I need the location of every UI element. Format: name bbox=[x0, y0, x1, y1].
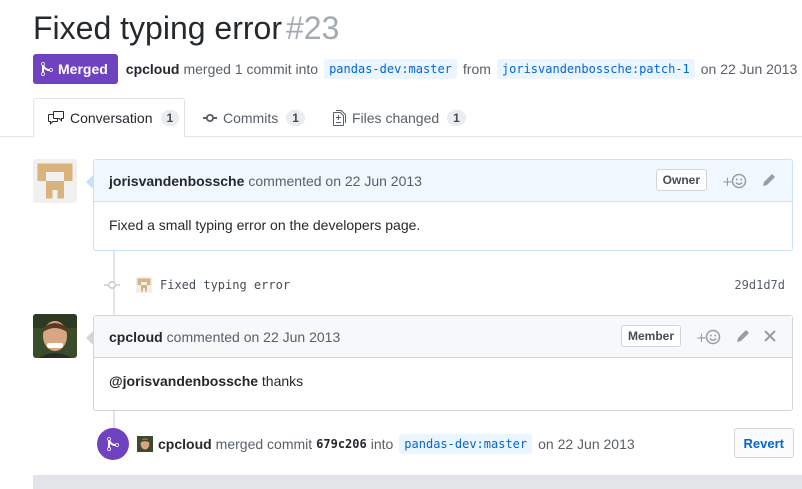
pr-date-text: on 22 Jun 2013 bbox=[700, 61, 798, 77]
commit-event: Fixed typing error 29d1d7d bbox=[104, 274, 794, 296]
comment-text: Fixed a small typing error on the develo… bbox=[109, 217, 421, 233]
comment-header: jorisvandenbossche commented on 22 Jun 2… bbox=[94, 160, 792, 202]
pr-tabs: Conversation 1 Commits 1 Files changed 1 bbox=[0, 98, 802, 138]
comment-discussion-icon bbox=[48, 111, 64, 125]
merged-state-label: Merged bbox=[58, 61, 108, 77]
avatar[interactable] bbox=[33, 159, 77, 203]
tab-files-changed-count: 1 bbox=[447, 109, 466, 126]
merge-user-link[interactable]: cpcloud bbox=[158, 436, 212, 452]
association-badge: Owner bbox=[655, 169, 707, 191]
tab-conversation[interactable]: Conversation 1 bbox=[33, 98, 185, 138]
pr-author-link[interactable]: cpcloud bbox=[126, 61, 180, 77]
revert-button[interactable]: Revert bbox=[733, 428, 794, 458]
tab-commits-count: 1 bbox=[286, 109, 305, 126]
commit-sha-link[interactable]: 29d1d7d bbox=[734, 278, 785, 292]
git-merge-icon bbox=[41, 61, 53, 77]
merge-event: cpcloud merged commit 679c206 into panda… bbox=[97, 428, 794, 460]
association-badge: Member bbox=[620, 325, 681, 347]
tab-conversation-label: Conversation bbox=[70, 110, 153, 126]
comment-caret bbox=[86, 330, 94, 346]
git-merge-icon bbox=[107, 436, 119, 451]
git-commit-icon bbox=[104, 281, 120, 289]
svg-text:+: + bbox=[696, 331, 707, 346]
pr-title-text: Fixed typing error bbox=[33, 10, 282, 46]
git-commit-icon bbox=[203, 113, 217, 122]
comment-caret bbox=[86, 174, 94, 190]
comment-body: @jorisvandenbossche thanks bbox=[94, 358, 792, 404]
user-photo-avatar[interactable] bbox=[137, 436, 153, 452]
merge-commit-sha-link[interactable]: 679c206 bbox=[316, 437, 367, 451]
svg-text:+: + bbox=[722, 175, 733, 190]
comment-box: jorisvandenbossche commented on 22 Jun 2… bbox=[86, 159, 793, 251]
avatar[interactable] bbox=[33, 314, 77, 358]
comment-body: Fixed a small typing error on the develo… bbox=[94, 202, 792, 248]
edit-pencil-icon[interactable] bbox=[736, 329, 750, 346]
comment-timestamp[interactable]: commented on 22 Jun 2013 bbox=[167, 329, 341, 345]
merge-text: merged commit bbox=[215, 436, 313, 452]
user-photo-avatar bbox=[33, 314, 77, 358]
add-reaction-icon[interactable]: + bbox=[696, 328, 722, 349]
pr-title: Fixed typing error #23 bbox=[33, 10, 339, 47]
commit-message-link[interactable]: Fixed typing error bbox=[160, 278, 290, 292]
comment-author[interactable]: cpcloud bbox=[109, 329, 163, 345]
merge-into-text: into bbox=[370, 436, 394, 452]
add-reaction-icon[interactable]: + bbox=[722, 172, 748, 193]
merge-target-branch[interactable]: pandas-dev:master bbox=[399, 434, 533, 454]
comment-text: thanks bbox=[258, 373, 304, 389]
tab-conversation-count: 1 bbox=[160, 110, 180, 126]
merge-event-badge bbox=[97, 428, 129, 460]
file-diff-icon bbox=[333, 109, 346, 126]
base-branch[interactable]: pandas-dev:master bbox=[324, 59, 457, 79]
comment-box: cpcloud commented on 22 Jun 2013 Member … bbox=[86, 315, 793, 411]
tab-files-changed-label: Files changed bbox=[352, 109, 440, 126]
tab-files-changed[interactable]: Files changed 1 bbox=[333, 98, 466, 137]
tab-commits[interactable]: Commits 1 bbox=[203, 98, 305, 137]
head-branch[interactable]: jorisvandenbossche:patch-1 bbox=[496, 59, 695, 79]
close-icon[interactable] bbox=[764, 329, 776, 345]
identicon-avatar bbox=[33, 159, 77, 203]
merged-state-badge: Merged bbox=[33, 54, 118, 84]
edit-pencil-icon[interactable] bbox=[762, 173, 776, 190]
pr-action-text: merged 1 commit into bbox=[183, 61, 319, 77]
tab-commits-label: Commits bbox=[223, 109, 279, 126]
comment-header: cpcloud commented on 22 Jun 2013 Member … bbox=[94, 316, 792, 358]
comment-author[interactable]: jorisvandenbossche bbox=[109, 173, 244, 189]
pr-number: #23 bbox=[285, 10, 340, 46]
merge-date-text[interactable]: on 22 Jun 2013 bbox=[538, 436, 635, 452]
comment-timestamp[interactable]: commented on 22 Jun 2013 bbox=[248, 173, 422, 189]
identicon-avatar[interactable] bbox=[136, 277, 152, 293]
pr-meta: Merged cpcloud merged 1 commit into pand… bbox=[33, 54, 797, 84]
user-mention-link[interactable]: @jorisvandenbossche bbox=[109, 373, 258, 389]
timeline-bottom-bar bbox=[33, 475, 802, 489]
pr-from-text: from bbox=[462, 61, 491, 77]
